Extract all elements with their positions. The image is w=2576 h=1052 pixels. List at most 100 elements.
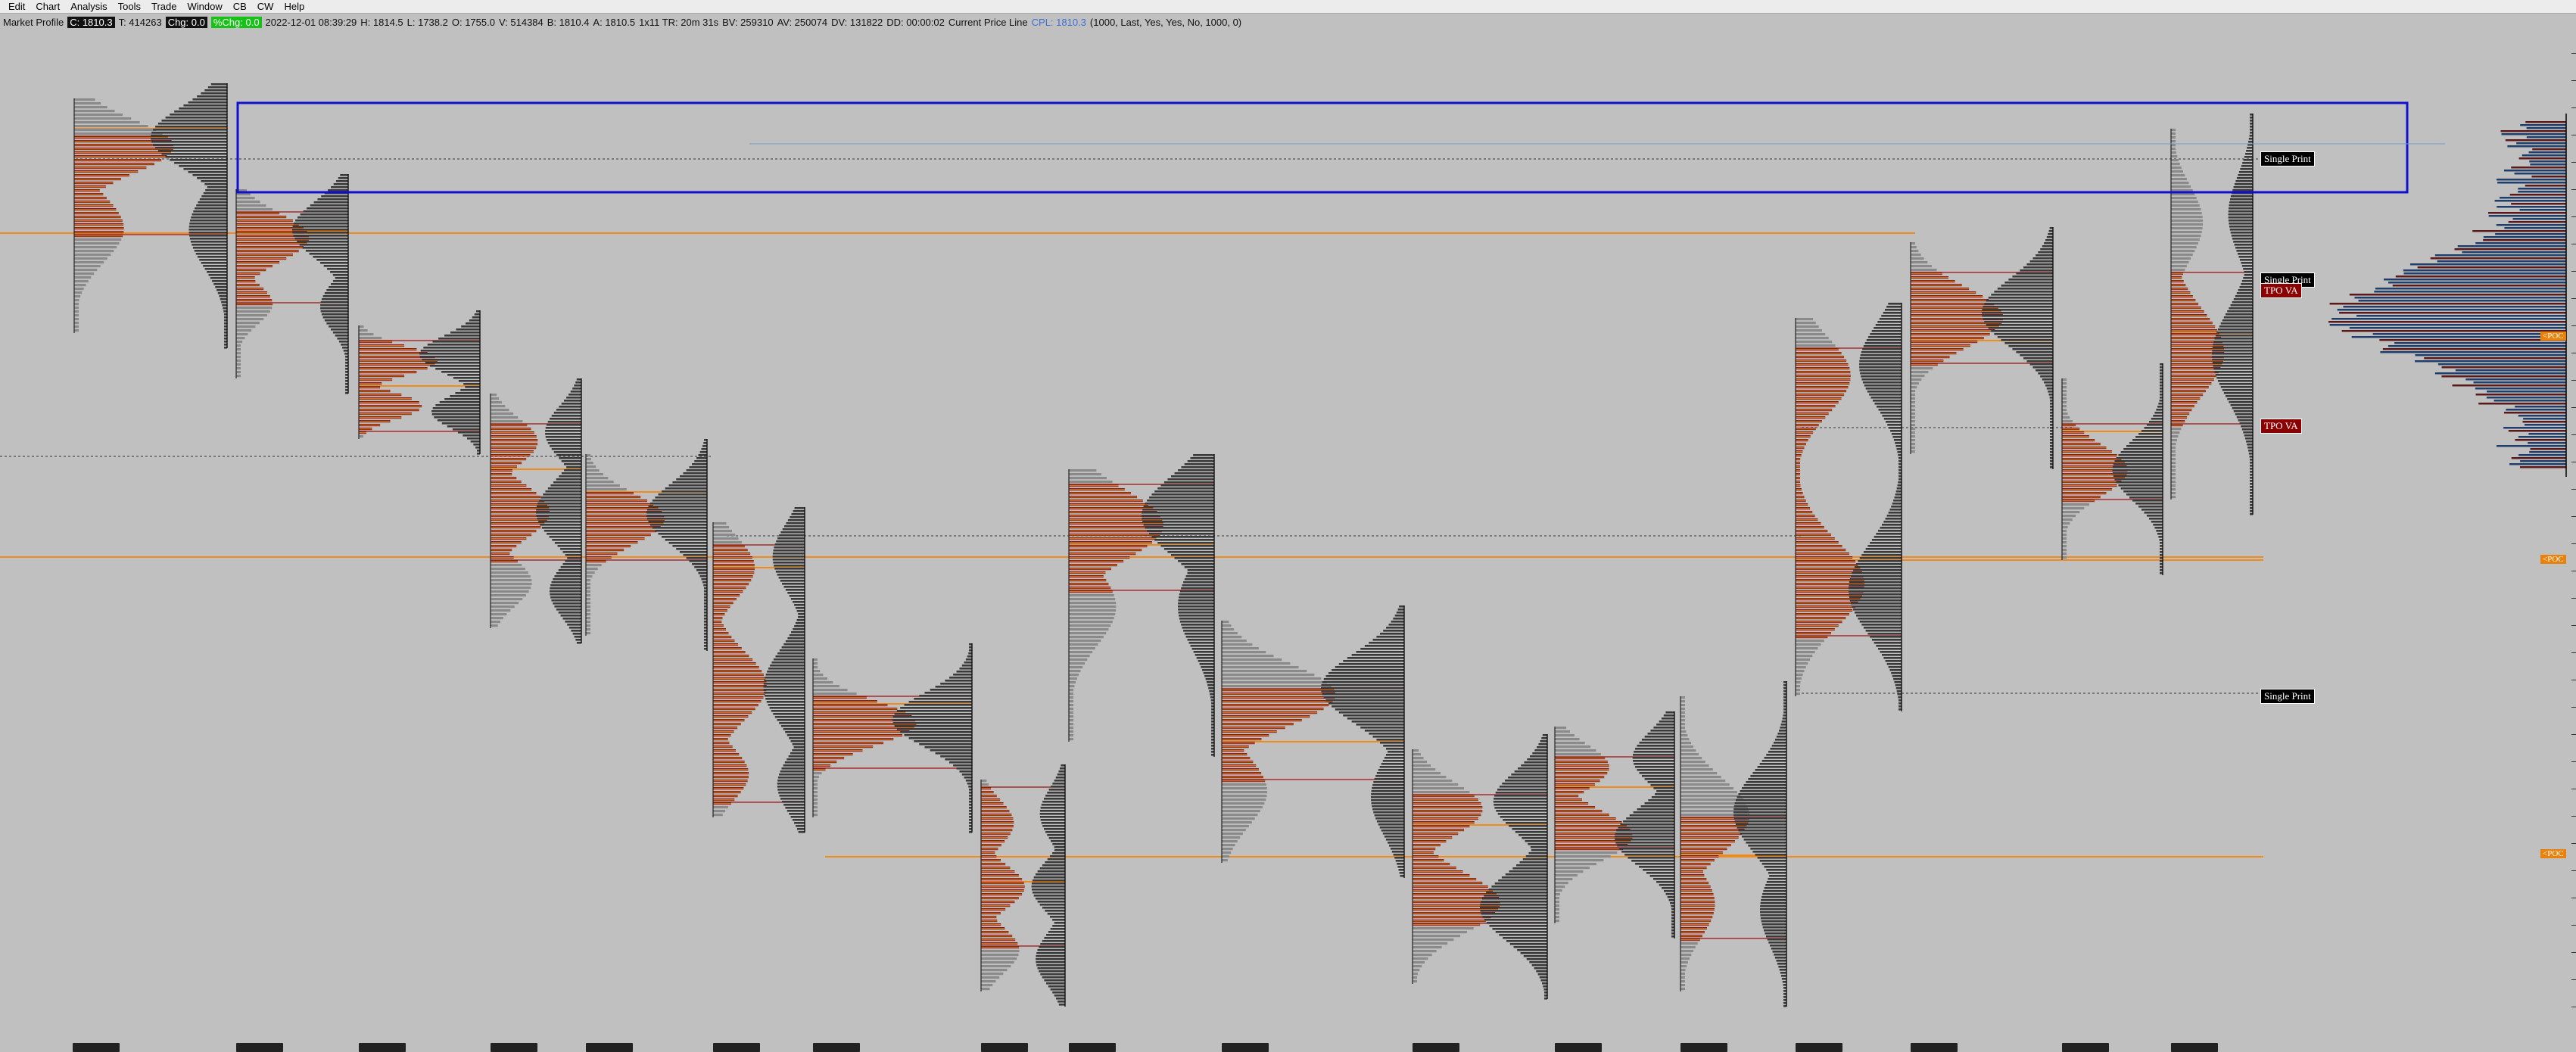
tpo-profile-4-row bbox=[586, 564, 602, 566]
tpo-profile-13-row bbox=[1796, 685, 1800, 687]
volume-profile-10-row bbox=[1532, 964, 1547, 966]
volume-profile-13-row bbox=[1873, 400, 1902, 402]
menu-analysis[interactable]: Analysis bbox=[65, 0, 112, 14]
volume-profile-5-row bbox=[778, 792, 805, 794]
volume-profile-1-row bbox=[292, 229, 348, 231]
menu-bar: Edit Chart Analysis Tools Trade Window C… bbox=[0, 0, 2576, 14]
volume-profile-2-row bbox=[447, 425, 480, 428]
volume-profile-10-row bbox=[1494, 804, 1547, 806]
volume-profile-16-row bbox=[2229, 223, 2253, 225]
tpo-profile-3-row bbox=[491, 579, 531, 581]
tpo-profile-3-row bbox=[491, 412, 513, 415]
volume-profile-7-row bbox=[1051, 928, 1065, 930]
tpo-profile-12-row bbox=[1680, 946, 1696, 948]
volume-profile-5-row bbox=[787, 637, 805, 640]
profile-canvas[interactable] bbox=[0, 30, 2576, 1044]
volume-profile-5-row bbox=[767, 671, 805, 673]
tpo-profile-4-row bbox=[586, 624, 590, 627]
single-print-label-top: Single Print bbox=[2260, 151, 2315, 167]
menu-cw[interactable]: CW bbox=[252, 0, 279, 14]
volume-profile-1-row bbox=[339, 341, 348, 343]
volume-profile-10-row bbox=[1522, 837, 1547, 839]
volume-profile-3-row bbox=[548, 487, 581, 490]
volume-profile-13-row bbox=[1881, 315, 1902, 317]
menu-tools[interactable]: Tools bbox=[113, 0, 146, 14]
volume-profile-16-row bbox=[2229, 213, 2253, 216]
tpo-profile-4-row bbox=[586, 609, 590, 612]
volume-profile-3-row bbox=[556, 608, 581, 611]
volume-profile-9-row bbox=[1381, 829, 1404, 832]
volume-profile-13-row bbox=[1863, 381, 1902, 384]
market-profile-chart[interactable]: Single Print Single Print TPO VA TPO VA … bbox=[0, 30, 2576, 1044]
volume-profile-7-row bbox=[1045, 861, 1065, 864]
volume-profile-9-row bbox=[1372, 787, 1404, 789]
volume-profile-11-row bbox=[1634, 763, 1674, 765]
composite-volume-row bbox=[2504, 170, 2566, 172]
menu-trade[interactable]: Trade bbox=[146, 0, 182, 14]
volume-profile-3-row bbox=[553, 481, 581, 484]
tpo-profile-4-row bbox=[586, 571, 595, 574]
tpo-profile-7-row bbox=[981, 976, 999, 979]
menu-cb[interactable]: CB bbox=[228, 0, 252, 14]
volume-profile-5-row bbox=[764, 683, 805, 685]
volume-profile-11-row bbox=[1664, 714, 1674, 717]
tpo-profile-9-row bbox=[1222, 681, 1327, 683]
tpo-profile-13-row bbox=[1796, 344, 1836, 347]
volume-profile-11-row bbox=[1634, 811, 1674, 814]
volume-profile-12-row bbox=[1760, 908, 1786, 910]
volume-profile-2-row bbox=[430, 365, 480, 367]
tpo-profile-16-row bbox=[2171, 469, 2176, 472]
volume-profile-11-row bbox=[1624, 854, 1674, 856]
tpo-profile-9-row bbox=[1222, 658, 1282, 661]
price-axis[interactable] bbox=[2570, 30, 2576, 1044]
composite-volume-row bbox=[2497, 224, 2566, 226]
tpo-profile-3-row bbox=[491, 397, 499, 400]
tpo-profile-13-row bbox=[1796, 318, 1813, 320]
tpo-profile-12-row bbox=[1680, 976, 1685, 979]
volume-profile-5-row bbox=[775, 543, 805, 546]
volume-profile-16-row bbox=[2243, 431, 2253, 434]
volume-profile-4-row bbox=[690, 560, 707, 562]
volume-profile-7-row bbox=[1049, 837, 1065, 839]
menu-help[interactable]: Help bbox=[279, 0, 310, 14]
volume-profile-13-row bbox=[1884, 418, 1902, 420]
tpo-profile-16-row bbox=[2171, 129, 2176, 131]
tpo-profile-12-row bbox=[1680, 727, 1685, 729]
time-axis[interactable] bbox=[0, 1043, 2576, 1052]
tpo-profile-14-row bbox=[1911, 450, 1915, 453]
menu-edit[interactable]: Edit bbox=[3, 0, 30, 14]
volume-profile-8-row bbox=[1157, 542, 1214, 544]
volume-profile-16-row bbox=[2229, 201, 2253, 204]
tpo-profile-4-row bbox=[586, 632, 590, 634]
volume-profile-3-row bbox=[563, 563, 581, 565]
volume-profile-3-row bbox=[572, 387, 581, 390]
tpo-profile-16-row bbox=[2171, 163, 2180, 165]
composite-volume-row bbox=[2383, 348, 2566, 350]
volume-profile-6-row bbox=[966, 658, 972, 661]
volume-profile-0-row bbox=[197, 177, 227, 179]
menu-window[interactable]: Window bbox=[182, 0, 227, 14]
volume-profile-15-row bbox=[2145, 512, 2163, 514]
menu-chart[interactable]: Chart bbox=[30, 0, 65, 14]
volume-profile-9-row bbox=[1391, 621, 1404, 623]
tpo-profile-6-row bbox=[813, 693, 857, 695]
volume-profile-4-row bbox=[662, 536, 707, 538]
tpo-profile-8-row bbox=[1069, 738, 1073, 740]
composite-volume-row bbox=[2497, 179, 2566, 181]
tpo-profile-9-row bbox=[1222, 666, 1298, 668]
volume-profile-5-row bbox=[779, 773, 805, 776]
tpo-profile-14-row bbox=[1911, 261, 1927, 263]
volume-profile-13-row bbox=[1877, 406, 1902, 408]
volume-profile-5-row bbox=[780, 531, 805, 534]
volume-profile-12-row bbox=[1777, 963, 1786, 965]
volume-profile-16-row bbox=[2238, 256, 2253, 258]
composite-volume-row bbox=[2475, 387, 2566, 390]
volume-profile-10-row bbox=[1512, 828, 1547, 830]
tpo-profile-11-row bbox=[1555, 893, 1560, 895]
volume-profile-16-row bbox=[2229, 207, 2253, 210]
tpo-profile-6-row bbox=[813, 791, 818, 793]
volume-profile-5-row bbox=[783, 643, 805, 646]
tpo-profile-9-row bbox=[1222, 848, 1233, 850]
volume-profile-16-row bbox=[2242, 280, 2253, 282]
price-tick bbox=[2571, 761, 2576, 762]
